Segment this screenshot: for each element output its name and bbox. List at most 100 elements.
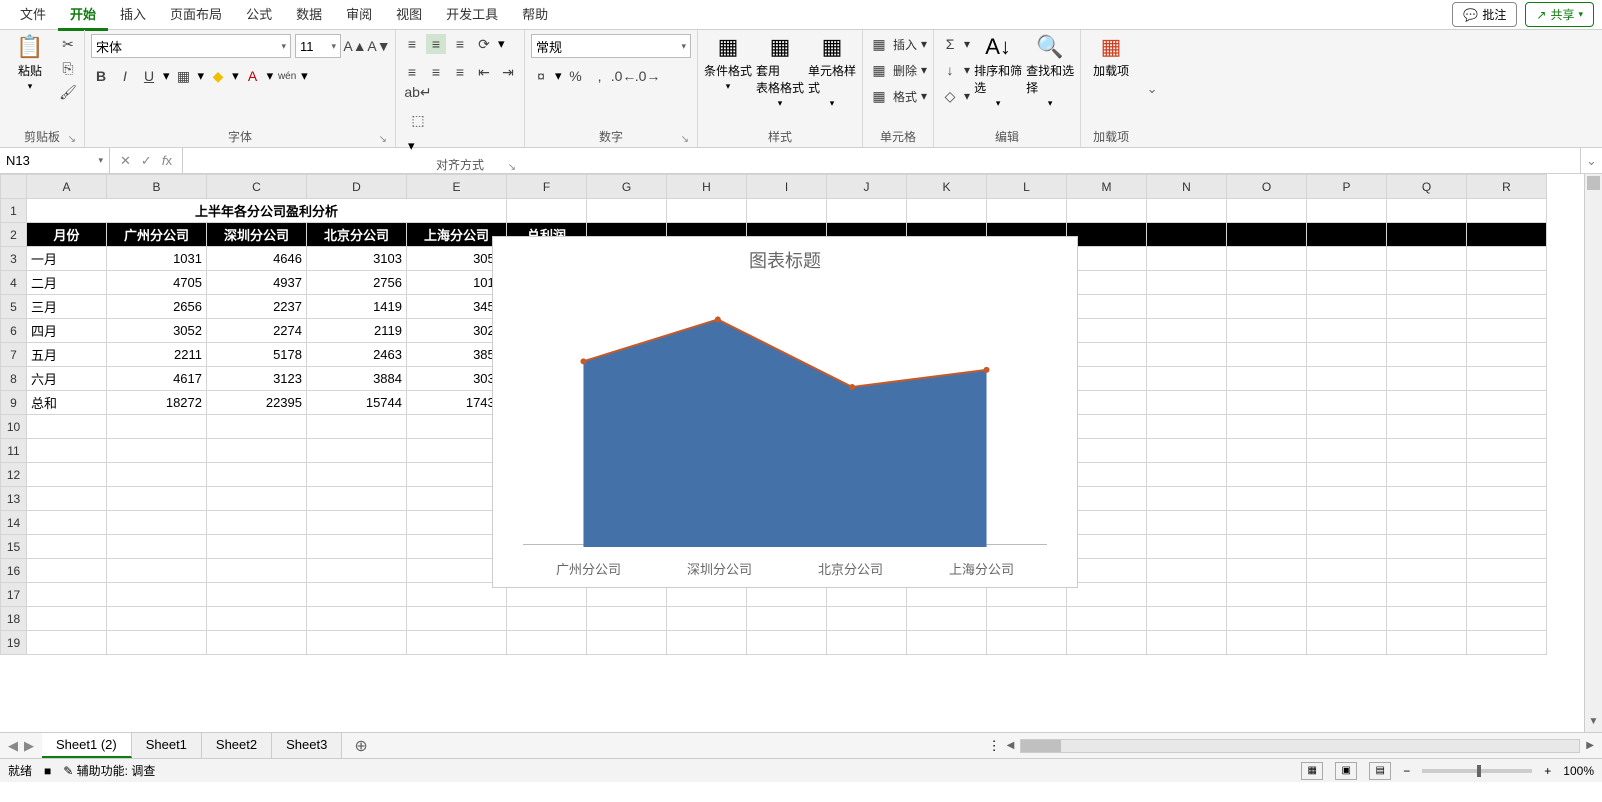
cell[interactable] <box>1067 631 1147 655</box>
cell[interactable] <box>1467 631 1547 655</box>
accessibility-status[interactable]: ✎ 辅助功能: 调查 <box>63 762 155 779</box>
cell[interactable] <box>1147 367 1227 391</box>
cell[interactable] <box>1147 607 1227 631</box>
cell[interactable]: 1031 <box>107 247 207 271</box>
cell[interactable] <box>1147 463 1227 487</box>
font-size-select[interactable]: 11▾ <box>295 34 341 58</box>
cell[interactable]: 月份 <box>27 223 107 247</box>
cell[interactable] <box>1387 463 1467 487</box>
cell[interactable] <box>207 535 307 559</box>
cell[interactable] <box>307 535 407 559</box>
cell[interactable]: 上半年各分公司盈利分析 <box>27 199 507 223</box>
cell[interactable] <box>1147 439 1227 463</box>
cell[interactable] <box>587 607 667 631</box>
cell[interactable] <box>1307 631 1387 655</box>
cell[interactable] <box>1147 247 1227 271</box>
cell[interactable]: 3123 <box>207 367 307 391</box>
cell[interactable]: 2211 <box>107 343 207 367</box>
cell[interactable]: 二月 <box>27 271 107 295</box>
sheet-tab[interactable]: Sheet1 <box>132 733 202 758</box>
cell[interactable]: 4646 <box>207 247 307 271</box>
cell[interactable]: 三月 <box>27 295 107 319</box>
cell[interactable] <box>307 487 407 511</box>
cell[interactable] <box>1067 223 1147 247</box>
cell[interactable]: 5178 <box>207 343 307 367</box>
cell[interactable]: 3052 <box>107 319 207 343</box>
cell[interactable] <box>747 199 827 223</box>
col-header[interactable]: I <box>747 175 827 199</box>
cell[interactable] <box>1147 343 1227 367</box>
cell[interactable] <box>207 511 307 535</box>
conditional-format-button[interactable]: ▦条件格式▾ <box>704 34 752 92</box>
cell[interactable] <box>207 439 307 463</box>
scroll-down-icon[interactable]: ▼ <box>1585 716 1602 732</box>
cell[interactable]: 深圳分公司 <box>207 223 307 247</box>
row-header[interactable]: 7 <box>1 343 27 367</box>
cell[interactable] <box>207 607 307 631</box>
cell[interactable] <box>207 631 307 655</box>
row-header[interactable]: 1 <box>1 199 27 223</box>
cell[interactable] <box>1387 319 1467 343</box>
cell[interactable]: 1419 <box>307 295 407 319</box>
col-header[interactable]: H <box>667 175 747 199</box>
menu-tab-1[interactable]: 开始 <box>58 0 108 31</box>
phonetic-icon[interactable]: wén <box>277 66 297 86</box>
cell[interactable] <box>27 463 107 487</box>
menu-tab-3[interactable]: 页面布局 <box>158 0 234 31</box>
cell[interactable] <box>827 607 907 631</box>
chart-plot-area[interactable] <box>523 293 1047 545</box>
align-top-icon[interactable]: ≡ <box>402 34 422 54</box>
cell[interactable] <box>107 511 207 535</box>
cell[interactable] <box>27 439 107 463</box>
menu-tab-0[interactable]: 文件 <box>8 0 58 31</box>
col-header[interactable]: E <box>407 175 507 199</box>
cell[interactable] <box>207 559 307 583</box>
scroll-left-icon[interactable]: ◀ <box>1007 740 1015 751</box>
page-break-button[interactable]: ▤ <box>1369 762 1391 780</box>
cell[interactable] <box>747 631 827 655</box>
cell[interactable] <box>1387 415 1467 439</box>
row-header[interactable]: 4 <box>1 271 27 295</box>
bold-icon[interactable]: B <box>91 66 111 86</box>
add-sheet-button[interactable]: ⊕ <box>342 736 379 756</box>
cell[interactable]: 22395 <box>207 391 307 415</box>
cell[interactable] <box>107 607 207 631</box>
cell[interactable] <box>307 439 407 463</box>
border-icon[interactable]: ▦ <box>174 66 194 86</box>
menu-tab-5[interactable]: 数据 <box>284 0 334 31</box>
col-header[interactable]: J <box>827 175 907 199</box>
increase-decimal-icon[interactable]: .0← <box>614 66 634 86</box>
cell[interactable] <box>507 607 587 631</box>
clear-button[interactable]: ◇▾ <box>940 86 970 106</box>
cell[interactable] <box>107 463 207 487</box>
cell[interactable] <box>307 607 407 631</box>
cell[interactable] <box>1067 391 1147 415</box>
cell[interactable] <box>1387 223 1467 247</box>
cell[interactable] <box>27 607 107 631</box>
zoom-out-button[interactable]: − <box>1403 764 1410 778</box>
cell[interactable] <box>1067 367 1147 391</box>
cell[interactable]: 2656 <box>107 295 207 319</box>
cell[interactable] <box>907 199 987 223</box>
cell[interactable] <box>27 511 107 535</box>
hscroll-thumb[interactable] <box>1021 740 1061 752</box>
cell[interactable] <box>1067 343 1147 367</box>
zoom-level[interactable]: 100% <box>1563 764 1594 778</box>
table-format-button[interactable]: ▦套用 表格格式▾ <box>756 34 804 109</box>
cell[interactable] <box>1227 559 1307 583</box>
cell[interactable] <box>1067 487 1147 511</box>
cell[interactable]: 广州分公司 <box>107 223 207 247</box>
align-middle-icon[interactable]: ≡ <box>426 34 446 54</box>
cell[interactable] <box>1147 535 1227 559</box>
sort-filter-button[interactable]: A↓排序和筛选▾ <box>974 34 1022 109</box>
row-header[interactable]: 8 <box>1 367 27 391</box>
cell[interactable] <box>827 199 907 223</box>
cell[interactable] <box>1227 583 1307 607</box>
cell[interactable]: 六月 <box>27 367 107 391</box>
wrap-text-icon[interactable]: ab↵ <box>408 82 428 102</box>
orientation-icon[interactable]: ⟳ <box>474 34 494 54</box>
cell[interactable] <box>1227 415 1307 439</box>
page-layout-button[interactable]: ▣ <box>1335 762 1357 780</box>
prev-sheet-icon[interactable]: ◀ <box>8 738 18 754</box>
align-bottom-icon[interactable]: ≡ <box>450 34 470 54</box>
